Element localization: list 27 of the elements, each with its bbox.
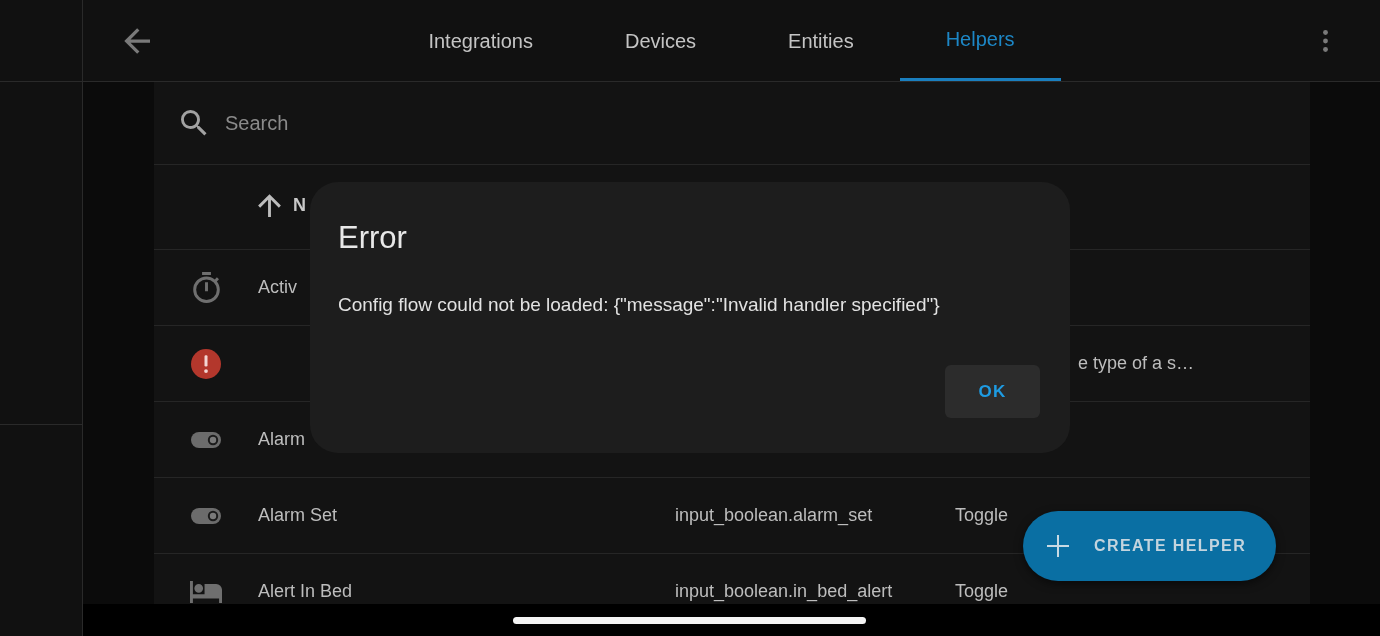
helper-description: e type of a s…: [1078, 353, 1195, 373]
tab[interactable]: Integrations: [382, 0, 579, 81]
entity-id: input_boolean.in_bed_alert: [675, 581, 893, 601]
tab[interactable]: Devices: [578, 0, 743, 81]
tab[interactable]: Entities: [742, 0, 900, 81]
bed-icon: [190, 580, 222, 603]
dialog-message: Config flow could not be loaded: {"message":"Invalid handler specified"}: [338, 293, 941, 317]
create-helper-button[interactable]: CREATE HELPER: [1023, 511, 1277, 581]
ok-button[interactable]: OK: [945, 365, 1040, 418]
back-arrow-icon[interactable]: [124, 27, 150, 54]
timer-icon: [192, 272, 220, 303]
helper-name: Alert In Bed: [258, 581, 353, 601]
toggle-switch-icon: [191, 507, 221, 524]
helper-type: Toggle: [955, 505, 1009, 525]
search-field[interactable]: Search: [225, 99, 1286, 147]
toggle-switch-icon: [191, 431, 221, 448]
search-icon: [181, 109, 208, 137]
entity-id: input_boolean.alarm_set: [675, 505, 873, 525]
helper-name: Alarm: [258, 429, 305, 449]
column-header[interactable]: N: [258, 193, 306, 217]
helper-name: Alarm Set: [258, 505, 338, 525]
error-icon: [191, 348, 221, 379]
more-options-icon[interactable]: [1323, 29, 1328, 52]
plus-icon: [1047, 535, 1069, 557]
helper-type: Toggle: [955, 581, 1009, 601]
dialog-title: Error: [338, 219, 408, 257]
helper-name: Activ: [258, 277, 297, 297]
